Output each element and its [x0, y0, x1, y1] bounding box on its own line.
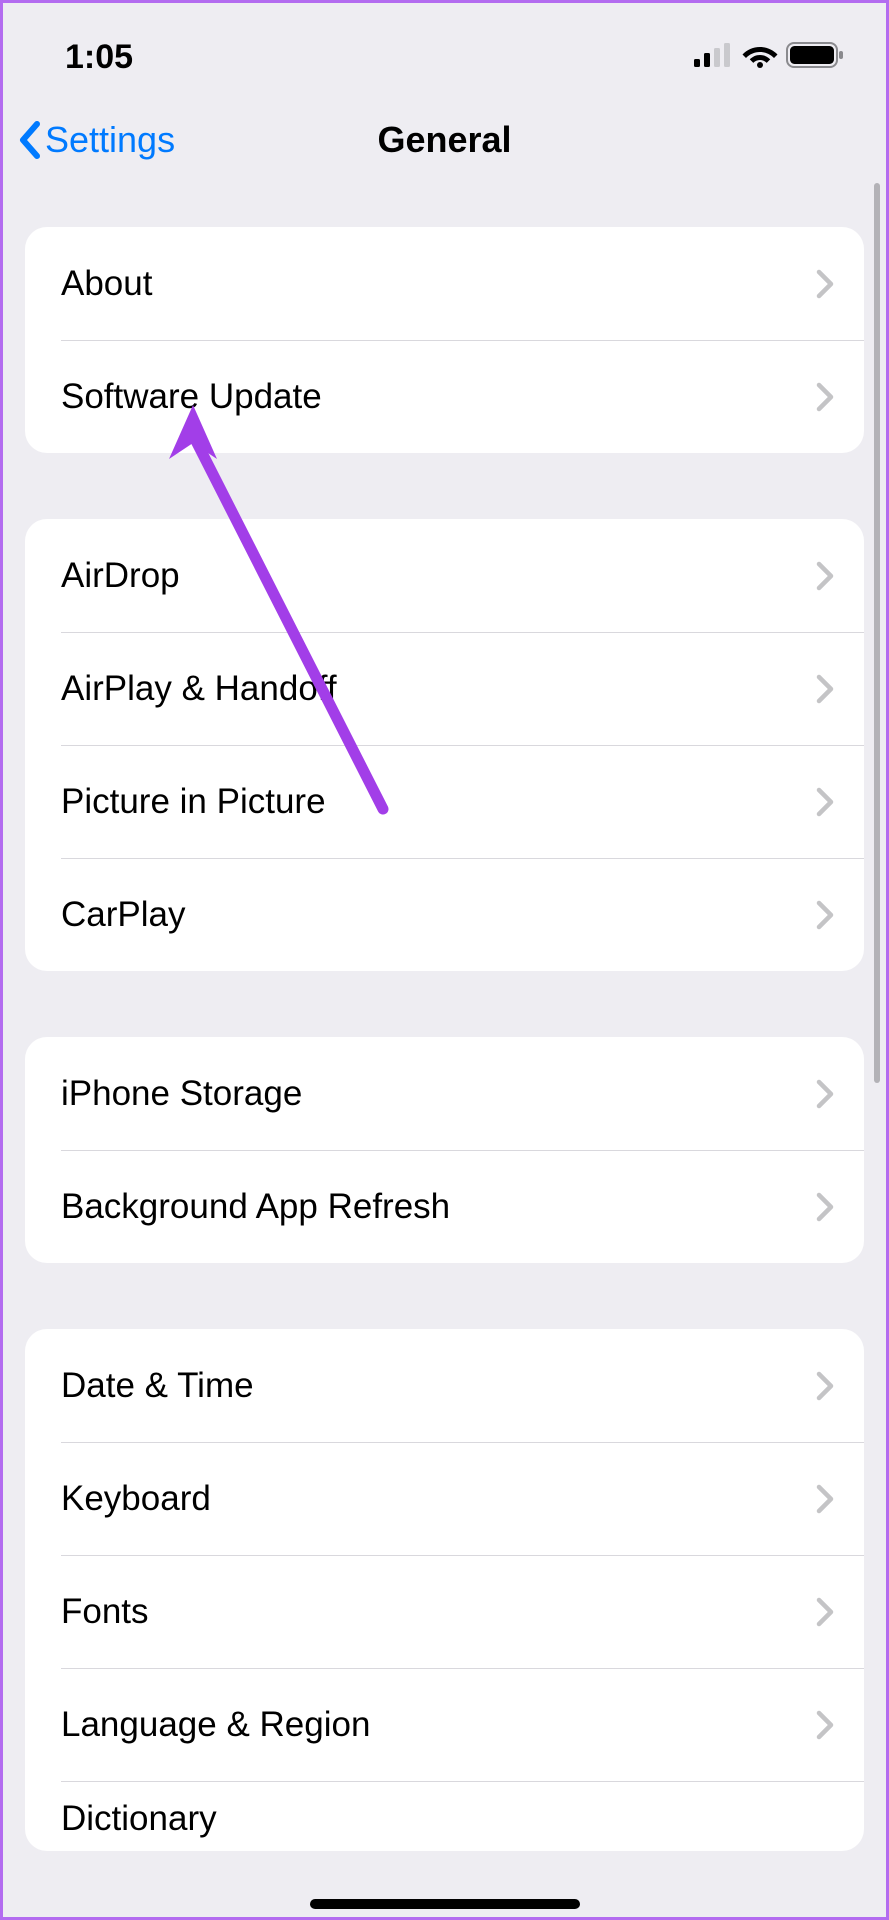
chevron-right-icon	[816, 1597, 834, 1627]
nav-bar: Settings General	[3, 91, 886, 189]
row-label: About	[61, 264, 152, 304]
chevron-right-icon	[816, 1371, 834, 1401]
row-label: iPhone Storage	[61, 1074, 302, 1114]
chevron-right-icon	[816, 1079, 834, 1109]
status-bar: 1:05	[3, 3, 886, 91]
row-label: Software Update	[61, 377, 322, 417]
chevron-left-icon	[17, 120, 43, 160]
row-keyboard[interactable]: Keyboard	[25, 1442, 864, 1555]
row-date-time[interactable]: Date & Time	[25, 1329, 864, 1442]
chevron-right-icon	[816, 900, 834, 930]
row-label: Background App Refresh	[61, 1187, 450, 1227]
content: About Software Update AirDrop AirPlay & …	[3, 227, 886, 1851]
status-icons	[694, 42, 844, 73]
chevron-right-icon	[816, 1192, 834, 1222]
settings-group-3: Date & Time Keyboard Fonts Language & Re…	[25, 1329, 864, 1851]
chevron-right-icon	[816, 561, 834, 591]
chevron-right-icon	[816, 382, 834, 412]
row-background-app-refresh[interactable]: Background App Refresh	[25, 1150, 864, 1263]
row-picture-in-picture[interactable]: Picture in Picture	[25, 745, 864, 858]
row-label: Fonts	[61, 1592, 149, 1632]
row-fonts[interactable]: Fonts	[25, 1555, 864, 1668]
chevron-right-icon	[816, 674, 834, 704]
settings-group-2: iPhone Storage Background App Refresh	[25, 1037, 864, 1263]
row-label: AirPlay & Handoff	[61, 669, 337, 709]
settings-group-0: About Software Update	[25, 227, 864, 453]
row-software-update[interactable]: Software Update	[25, 340, 864, 453]
scroll-indicator	[874, 183, 880, 1083]
chevron-right-icon	[816, 1710, 834, 1740]
row-label: Language & Region	[61, 1705, 370, 1745]
status-time: 1:05	[65, 38, 133, 77]
row-label: Picture in Picture	[61, 782, 326, 822]
chevron-right-icon	[816, 269, 834, 299]
page-title: General	[377, 119, 511, 161]
chevron-right-icon	[816, 787, 834, 817]
row-airplay-handoff[interactable]: AirPlay & Handoff	[25, 632, 864, 745]
row-label: AirDrop	[61, 556, 180, 596]
settings-group-1: AirDrop AirPlay & Handoff Picture in Pic…	[25, 519, 864, 971]
back-button[interactable]: Settings	[17, 119, 175, 161]
row-label: CarPlay	[61, 895, 185, 935]
row-iphone-storage[interactable]: iPhone Storage	[25, 1037, 864, 1150]
row-airdrop[interactable]: AirDrop	[25, 519, 864, 632]
cellular-signal-icon	[694, 43, 734, 72]
row-label: Date & Time	[61, 1366, 254, 1406]
row-label: Keyboard	[61, 1479, 211, 1519]
row-language-region[interactable]: Language & Region	[25, 1668, 864, 1781]
wifi-icon	[742, 42, 778, 73]
row-label: Dictionary	[61, 1799, 217, 1839]
row-about[interactable]: About	[25, 227, 864, 340]
row-carplay[interactable]: CarPlay	[25, 858, 864, 971]
row-dictionary[interactable]: Dictionary	[25, 1781, 864, 1851]
home-indicator	[310, 1899, 580, 1909]
battery-icon	[786, 42, 844, 73]
chevron-right-icon	[816, 1484, 834, 1514]
back-label: Settings	[45, 119, 175, 161]
